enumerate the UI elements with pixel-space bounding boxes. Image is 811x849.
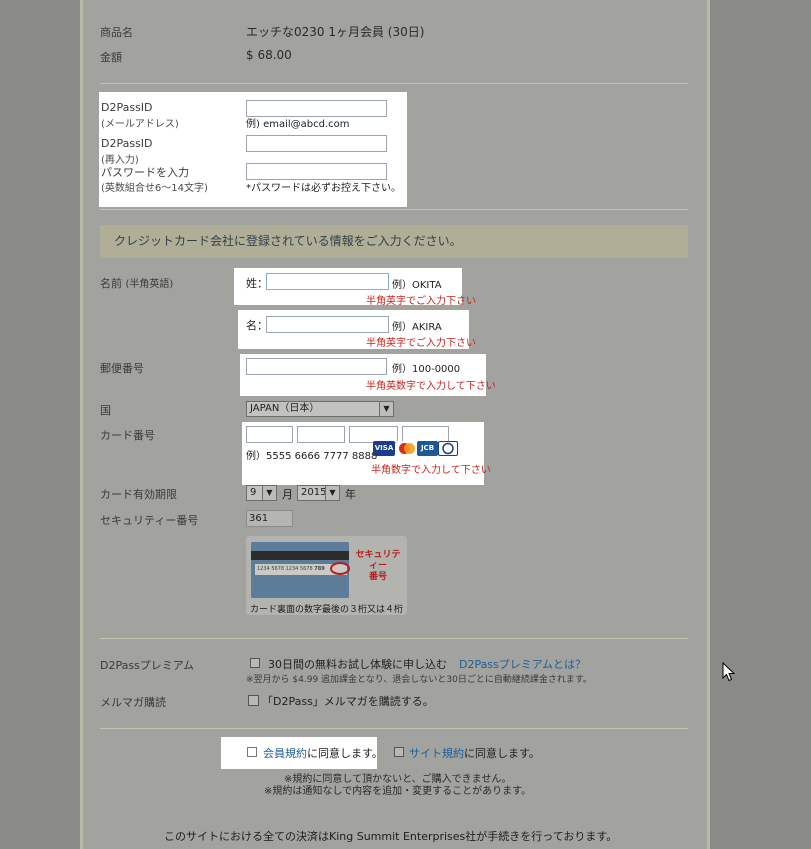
expiry-year-select[interactable]: 2015 ▼ bbox=[297, 485, 340, 501]
card-number-label: カード番号 bbox=[100, 429, 155, 442]
country-label: 国 bbox=[100, 404, 111, 417]
postal-input[interactable] bbox=[246, 358, 387, 375]
diners-icon bbox=[438, 441, 458, 456]
product-name-label: 商品名 bbox=[100, 26, 133, 39]
country-select[interactable]: JAPAN（日本） ▼ bbox=[246, 401, 394, 417]
name-label: 名前 (半角英語) bbox=[100, 277, 174, 290]
premium-note: ※翌月から $4.99 追加課金となり、退会しないと30日ごとに自動継続課金され… bbox=[246, 675, 592, 685]
password-note: *パスワードは必ずお控え下さい。 bbox=[246, 183, 401, 194]
d2passid-label: D2PassID bbox=[101, 101, 153, 114]
security-code-input[interactable]: 361 bbox=[246, 510, 293, 527]
price-label: 金額 bbox=[100, 51, 122, 64]
d2passid-confirm-label: D2PassID bbox=[101, 137, 153, 150]
site-terms-link[interactable]: サイト規約 bbox=[409, 747, 464, 760]
member-terms-checkbox[interactable] bbox=[247, 747, 257, 757]
price-value: $ 68.00 bbox=[246, 48, 292, 62]
d2passid-confirm-input[interactable] bbox=[246, 135, 387, 152]
security-code-card-image: 1234 5678 1234 5678 789 セキュリティー 番号 カード裏面の… bbox=[246, 536, 407, 615]
last-name-prefix: 姓： bbox=[246, 277, 268, 290]
expiry-year-unit: 年 bbox=[345, 488, 356, 501]
card-number-input-2[interactable] bbox=[297, 426, 345, 443]
terms-note-2: ※規約は通知なしで内容を追加・変更することがあります。 bbox=[264, 786, 532, 797]
site-terms-text: サイト規約に同意します。 bbox=[409, 747, 540, 760]
credit-info-banner: クレジットカード会社に登録されている情報をご入力ください。 bbox=[100, 225, 688, 258]
visa-icon: VISA bbox=[373, 441, 395, 456]
last-name-example: 例）OKITA bbox=[392, 280, 442, 291]
password-sub: (英数組合せ6～14文字) bbox=[101, 183, 208, 194]
password-input[interactable] bbox=[246, 163, 387, 180]
premium-checkbox-text: 30日間の無料お試し体験に申し込む bbox=[268, 658, 447, 671]
password-label: パスワードを入力 bbox=[101, 166, 189, 179]
expiry-month-unit: 月 bbox=[282, 488, 293, 501]
postal-warning: 半角英数字で入力して下さい bbox=[366, 381, 496, 392]
member-terms-link[interactable]: 会員規約 bbox=[263, 747, 307, 760]
product-name-value: エッチな0230 1ヶ月会員 (30日) bbox=[246, 25, 425, 39]
postal-label: 郵便番号 bbox=[100, 362, 144, 375]
security-code-label: セキュリティー番号 bbox=[100, 514, 199, 527]
premium-checkbox[interactable] bbox=[250, 658, 260, 668]
card-number-example: 例）5555 6666 7777 8888 bbox=[246, 451, 378, 462]
card-number-input-1[interactable] bbox=[246, 426, 293, 443]
mastercard-icon bbox=[396, 441, 418, 456]
postal-example: 例）100-0000 bbox=[392, 364, 461, 375]
d2passid-example: 例) email@abcd.com bbox=[246, 119, 350, 130]
cvv-image-label: セキュリティー 番号 bbox=[355, 550, 401, 582]
divider bbox=[100, 209, 688, 210]
newsletter-checkbox-text: 「D2Pass」メルマガを購読する。 bbox=[262, 695, 434, 708]
first-name-example: 例）AKIRA bbox=[392, 322, 442, 333]
newsletter-label: メルマガ購読 bbox=[100, 696, 166, 709]
first-name-warning: 半角英字でご入力下さい bbox=[366, 338, 476, 349]
d2passid-sub: (メールアドレス) bbox=[101, 119, 179, 130]
magnetic-stripe bbox=[251, 551, 349, 560]
last-name-warning: 半角英字でご入力下さい bbox=[366, 296, 476, 307]
footer-notice: このサイトにおける全ての決済はKing Summit Enterprises社が… bbox=[164, 830, 618, 843]
member-terms-text: 会員規約に同意します。 bbox=[263, 747, 383, 760]
expiry-month-select[interactable]: 9 ▼ bbox=[246, 485, 277, 501]
last-name-input[interactable] bbox=[266, 273, 389, 290]
card-image-caption: カード裏面の数字最後の３桁又は４桁 bbox=[250, 605, 404, 615]
card-number-warning: 半角数字で入力して下さい bbox=[371, 465, 491, 476]
divider bbox=[100, 728, 688, 729]
first-name-input[interactable] bbox=[266, 316, 389, 333]
divider bbox=[100, 638, 688, 639]
premium-label: D2Passプレミアム bbox=[100, 659, 195, 672]
chevron-down-icon: ▼ bbox=[325, 486, 339, 500]
expiry-label: カード有効期限 bbox=[100, 488, 177, 501]
chevron-down-icon: ▼ bbox=[379, 402, 393, 416]
premium-info-link[interactable]: D2Passプレミアムとは？ bbox=[459, 656, 586, 672]
first-name-prefix: 名： bbox=[246, 319, 268, 332]
newsletter-checkbox[interactable] bbox=[248, 695, 259, 706]
divider bbox=[100, 83, 688, 84]
jcb-icon: JCB bbox=[417, 441, 438, 456]
site-terms-checkbox[interactable] bbox=[394, 747, 404, 757]
chevron-down-icon: ▼ bbox=[262, 486, 276, 500]
cvv-highlight-circle bbox=[330, 562, 350, 575]
